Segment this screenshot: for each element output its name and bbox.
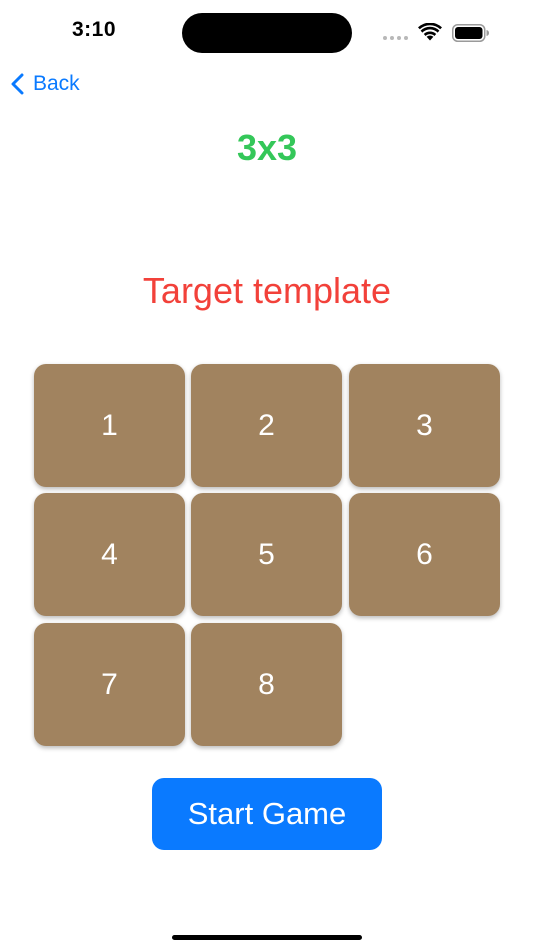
- tile: 2: [191, 364, 342, 487]
- tile: 6: [349, 493, 500, 616]
- target-template-label: Target template: [142, 270, 392, 311]
- back-label: Back: [33, 72, 80, 95]
- chevron-left-icon: [11, 73, 24, 95]
- tile: 8: [191, 623, 342, 746]
- status-time: 3:10: [72, 18, 117, 41]
- wifi-icon: [418, 23, 442, 41]
- tile: 3: [349, 364, 500, 487]
- back-button[interactable]: Back: [10, 68, 80, 100]
- tile: 1: [34, 364, 185, 487]
- start-game-button[interactable]: Start Game: [152, 778, 382, 850]
- battery-icon: [452, 24, 489, 42]
- dynamic-island: [182, 13, 352, 53]
- target-tile-grid: 1 2 3 4 5 6 7 8: [34, 364, 500, 746]
- game-setup-screen: 3:10 Back 3x3 Target template 1 2 3 4 5 …: [0, 0, 534, 950]
- grid-size-title: 3x3: [236, 127, 298, 168]
- home-indicator[interactable]: [172, 935, 362, 940]
- tile: 5: [191, 493, 342, 616]
- tile: 4: [34, 493, 185, 616]
- tile: 7: [34, 623, 185, 746]
- signal-dots-icon: [383, 36, 409, 40]
